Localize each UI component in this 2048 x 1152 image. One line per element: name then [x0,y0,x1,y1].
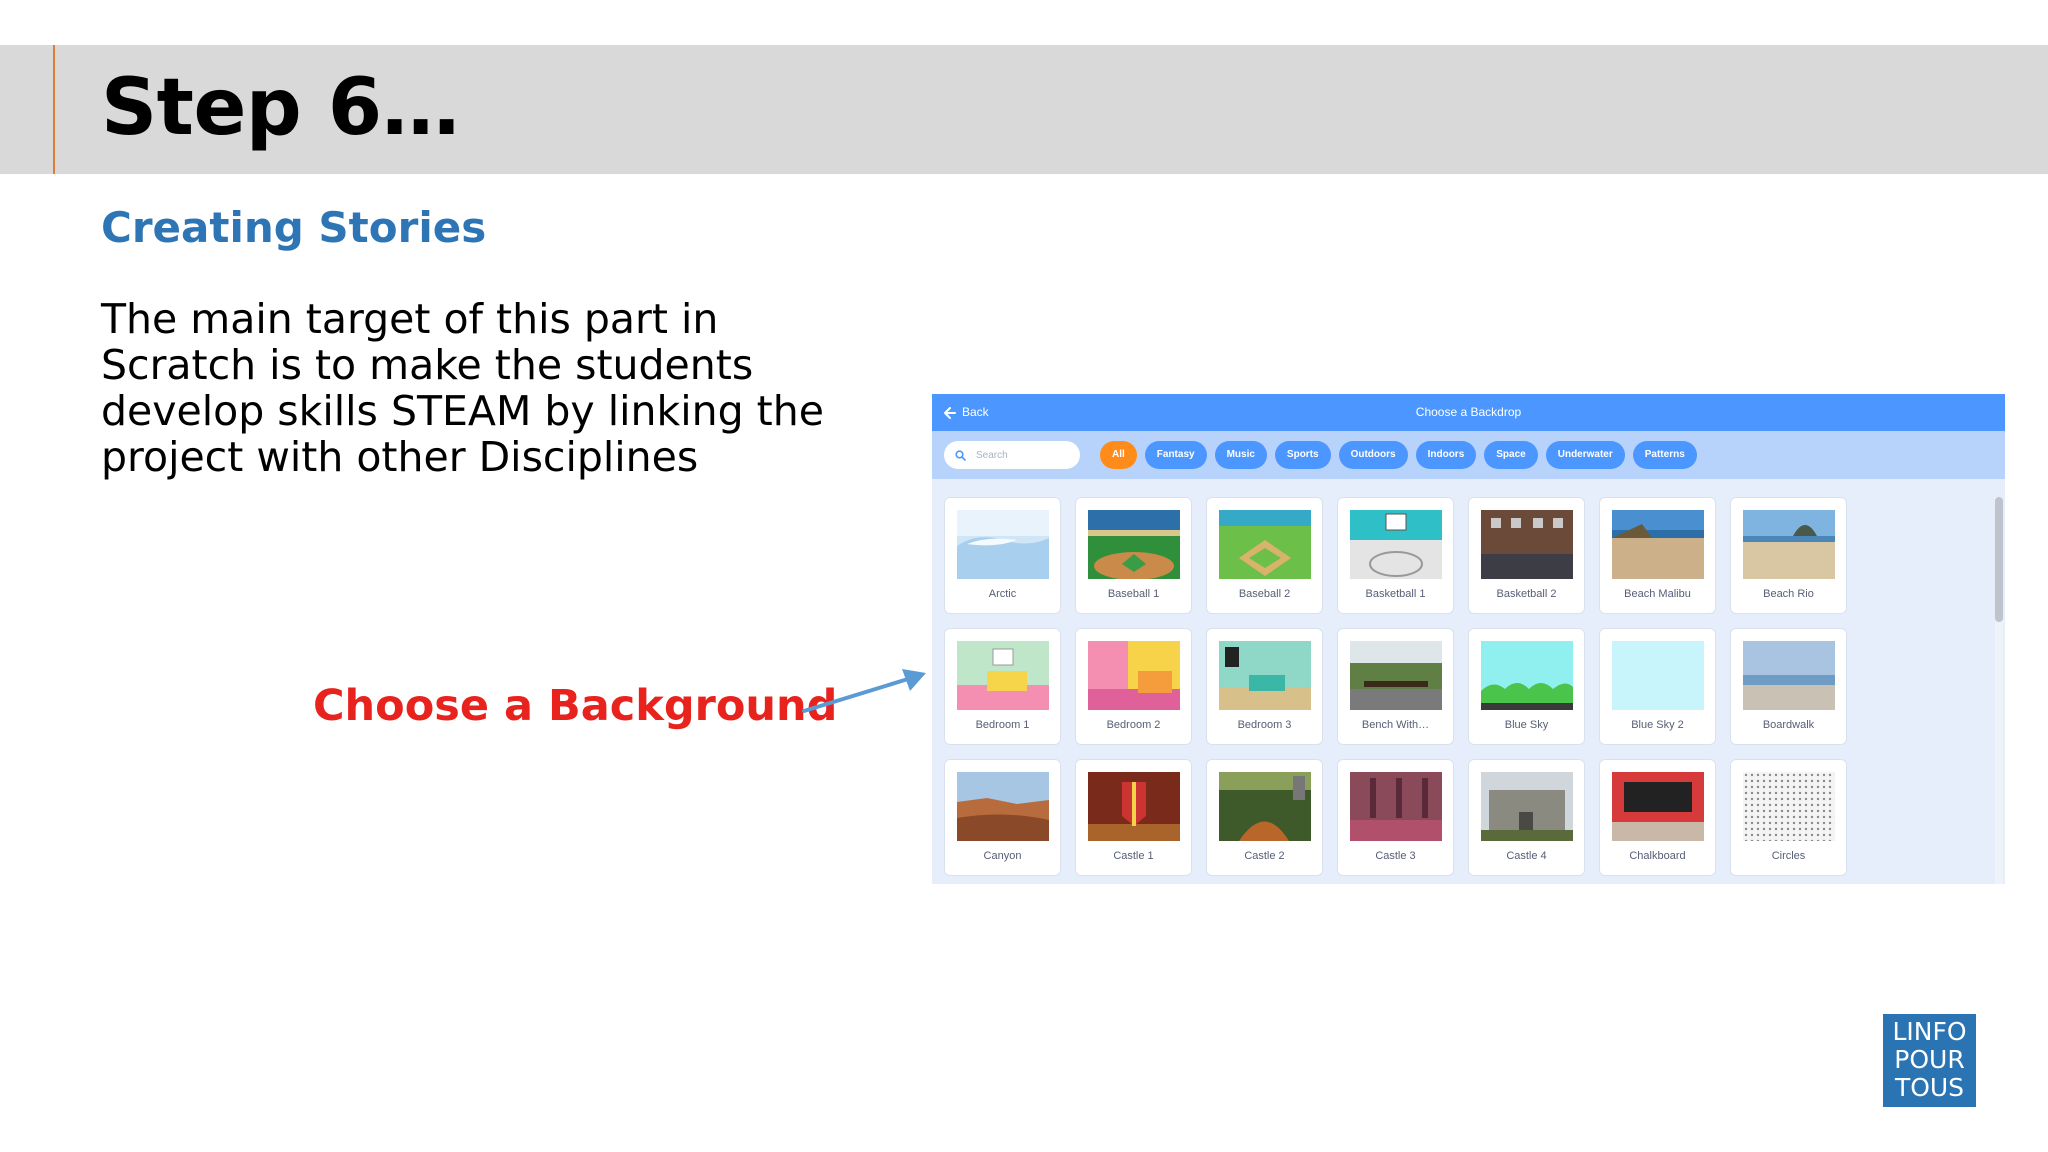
backdrop-thumbnail [957,772,1049,841]
backdrop-label: Bedroom 3 [1237,719,1292,731]
backdrop-label: Blue Sky 2 [1631,719,1684,731]
backdrop-card-castle-4[interactable]: Castle 4 [1468,759,1585,876]
backdrop-thumbnail [1481,772,1573,841]
title-accent-line [53,45,55,174]
backdrop-label: Baseball 1 [1107,588,1160,600]
backdrop-thumbnail [957,641,1049,710]
backdrop-thumbnail [1612,510,1704,579]
backdrop-thumbnail [1743,772,1835,841]
backdrop-library: Back Choose a Backdrop All Fantasy Music… [932,394,2005,884]
backdrop-label: Castle 3 [1375,850,1416,862]
backdrop-label: Bedroom 2 [1106,719,1161,731]
backdrop-label: Bedroom 1 [975,719,1030,731]
tag-sports[interactable]: Sports [1274,441,1331,469]
backdrop-thumbnail [1350,510,1442,579]
backdrop-thumbnail [1219,641,1311,710]
backdrop-card-boardwalk[interactable]: Boardwalk [1730,628,1847,745]
library-title: Choose a Backdrop [1415,405,1522,419]
backdrop-label: Baseball 2 [1238,588,1291,600]
backdrop-card-castle-1[interactable]: Castle 1 [1075,759,1192,876]
slide-body-text: The main target of this part in Scratch … [101,295,824,481]
backdrop-thumbnail [1219,772,1311,841]
backdrop-card-bedroom-3[interactable]: Bedroom 3 [1206,628,1323,745]
tag-outdoors[interactable]: Outdoors [1338,441,1408,469]
backdrop-label: Beach Malibu [1624,588,1691,600]
backdrop-thumbnail [1612,772,1704,841]
search-icon [955,449,966,461]
search-box[interactable] [944,441,1080,469]
backdrop-thumbnail [1743,510,1835,579]
backdrop-card-basketball-2[interactable]: Basketball 2 [1468,497,1585,614]
callout-label: Choose a Background [313,681,838,731]
backdrop-card-castle-3[interactable]: Castle 3 [1337,759,1454,876]
tag-underwater[interactable]: Underwater [1545,441,1625,469]
backdrop-label: Bench With… [1361,719,1430,731]
tag-indoors[interactable]: Indoors [1415,441,1477,469]
backdrop-label: Beach Rio [1763,588,1814,600]
backdrop-thumbnail [1481,641,1573,710]
tag-space[interactable]: Space [1484,441,1538,469]
tag-patterns[interactable]: Patterns [1632,441,1697,469]
backdrop-thumbnail [1612,641,1704,710]
backdrop-card-blue-sky[interactable]: Blue Sky [1468,628,1585,745]
backdrop-thumbnail [957,510,1049,579]
backdrop-card-circles[interactable]: Circles [1730,759,1847,876]
backdrop-label: Castle 4 [1506,850,1547,862]
scrollbar-thumb[interactable] [1995,497,2003,622]
backdrop-thumbnail [1481,510,1573,579]
backdrop-card-bedroom-2[interactable]: Bedroom 2 [1075,628,1192,745]
backdrop-card-beach-rio[interactable]: Beach Rio [1730,497,1847,614]
library-header: Back Choose a Backdrop [932,394,2005,431]
slide-title: Step 6… [101,63,460,153]
backdrop-label: Basketball 2 [1496,588,1557,600]
logo-line: LINFO [1892,1017,1967,1046]
backdrop-card-basketball-1[interactable]: Basketball 1 [1337,497,1454,614]
backdrop-thumbnail [1219,510,1311,579]
backdrop-card-bench-with[interactable]: Bench With… [1337,628,1454,745]
backdrop-card-blue-sky-2[interactable]: Blue Sky 2 [1599,628,1716,745]
backdrop-thumbnail [1350,772,1442,841]
arrow-icon [802,669,926,713]
slide-subtitle: Creating Stories [101,203,487,252]
backdrop-thumbnail [1743,641,1835,710]
backdrop-label: Circles [1771,850,1806,862]
backdrop-card-chalkboard[interactable]: Chalkboard [1599,759,1716,876]
backdrop-thumbnail [1088,641,1180,710]
tag-music[interactable]: Music [1214,441,1267,469]
backdrop-label: Castle 2 [1244,850,1285,862]
backdrop-thumbnail [1350,641,1442,710]
backdrop-thumbnail [1088,772,1180,841]
backdrop-card-canyon[interactable]: Canyon [944,759,1061,876]
tag-fantasy[interactable]: Fantasy [1144,441,1207,469]
backdrop-label: Arctic [988,588,1017,600]
backdrop-card-beach-malibu[interactable]: Beach Malibu [1599,497,1716,614]
backdrop-card-baseball-1[interactable]: Baseball 1 [1075,497,1192,614]
logo-line: POUR [1894,1045,1965,1074]
backdrop-label: Blue Sky [1504,719,1549,731]
backdrop-card-baseball-2[interactable]: Baseball 2 [1206,497,1323,614]
tag-list: All Fantasy Music Sports Outdoors Indoor… [1100,441,1697,469]
backdrop-label: Canyon [983,850,1022,862]
linfo-pour-tous-logo: LINFO POUR TOUS [1883,1014,1976,1107]
backdrop-label: Boardwalk [1762,719,1815,731]
tag-all[interactable]: All [1100,441,1137,469]
backdrop-grid: Arctic Baseball 1 Baseball 2 Basketball … [944,497,1847,876]
backdrop-thumbnail [1088,510,1180,579]
backdrop-card-castle-2[interactable]: Castle 2 [1206,759,1323,876]
logo-line: TOUS [1894,1073,1965,1102]
backdrop-label: Chalkboard [1629,850,1686,862]
backdrop-label: Castle 1 [1113,850,1154,862]
backdrop-card-arctic[interactable]: Arctic [944,497,1061,614]
backdrop-label: Basketball 1 [1365,588,1426,600]
search-input[interactable] [974,448,1068,462]
filter-bar: All Fantasy Music Sports Outdoors Indoor… [932,431,2005,479]
backdrop-card-bedroom-1[interactable]: Bedroom 1 [944,628,1061,745]
